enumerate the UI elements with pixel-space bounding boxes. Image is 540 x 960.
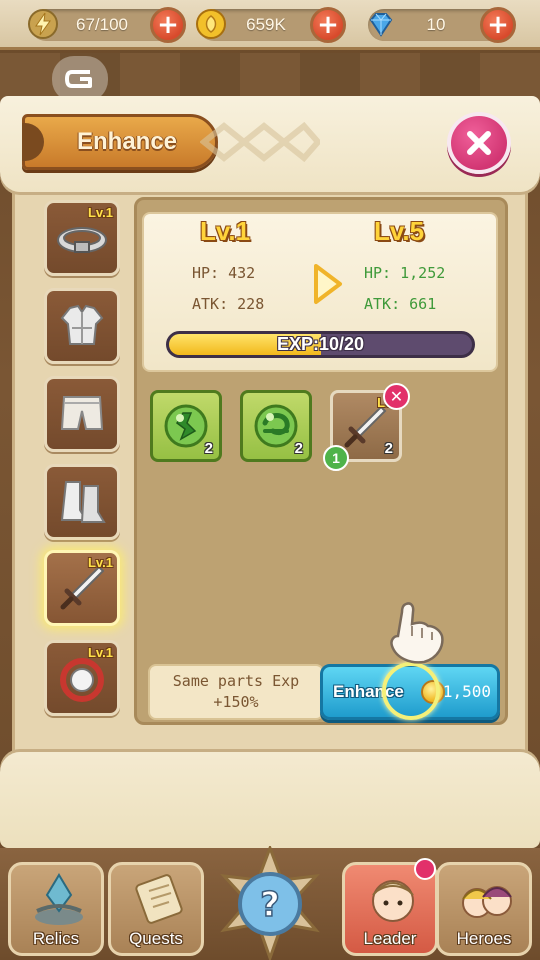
- arrow-right-icon: [314, 264, 342, 304]
- nav-relics[interactable]: Relics: [8, 862, 104, 956]
- energy-value: 67/100: [76, 15, 128, 34]
- slot-pants[interactable]: [44, 376, 120, 452]
- gem-icon: [364, 7, 398, 41]
- heroes-portrait-icon: [462, 886, 512, 918]
- gold-value: 659K: [246, 15, 286, 34]
- pointing-hand-icon: [390, 602, 444, 664]
- energy-counter: 67/100 +: [28, 7, 186, 43]
- gem-value: 10: [426, 15, 446, 34]
- bonus-info: Same parts Exp +150%: [148, 664, 324, 720]
- scroll-icon: [135, 874, 183, 924]
- scroll-footer: [0, 752, 540, 848]
- boots-icon: [60, 481, 106, 523]
- close-icon: ✕: [389, 387, 404, 406]
- gem-counter: 10 +: [368, 7, 516, 43]
- bonus-line1: Same parts Exp: [172, 672, 300, 690]
- nav-heroes[interactable]: Heroes: [436, 862, 532, 956]
- ribbon-cap: [22, 123, 44, 161]
- next-hp: HP: 1,252: [364, 264, 446, 282]
- selected-count-badge: 1: [323, 445, 349, 471]
- coin-icon: [194, 7, 228, 41]
- green-potion-icon: [164, 404, 208, 448]
- material-count: 2: [204, 440, 213, 457]
- material-green-potion[interactable]: 2: [150, 390, 222, 462]
- slot-armor[interactable]: [44, 288, 120, 364]
- tap-highlight-ring: [382, 662, 440, 720]
- pants-icon: [60, 396, 104, 430]
- armor-icon: [60, 304, 104, 345]
- close-icon: [467, 131, 491, 155]
- exp-bar: EXP:10/20: [166, 331, 475, 358]
- close-button[interactable]: [447, 112, 511, 174]
- material-count: 2: [384, 440, 393, 457]
- green-orb-icon: [254, 404, 298, 448]
- next-level: Lv.5: [374, 216, 425, 246]
- relic-icon: [35, 873, 83, 925]
- nav-center-summon[interactable]: ?: [212, 843, 328, 960]
- svg-text:?: ?: [260, 885, 280, 925]
- g-logo-icon: [65, 70, 92, 88]
- lightning-icon: [26, 7, 60, 41]
- slot-level-badge: Lv.1: [87, 205, 113, 220]
- belt-icon: [57, 227, 107, 253]
- material-green-orb[interactable]: 2: [240, 390, 312, 462]
- add-energy-button[interactable]: +: [150, 7, 186, 43]
- slot-belt[interactable]: Lv.1: [44, 200, 120, 276]
- nav-heroes-label: Heroes: [456, 929, 512, 948]
- exp-text: EXP:10/20: [276, 334, 365, 354]
- gold-counter: 659K +: [196, 7, 346, 43]
- bonus-line2: +150%: [213, 693, 259, 711]
- compass-star-icon: ?: [220, 843, 320, 960]
- slot-ring[interactable]: Lv.1: [44, 640, 120, 716]
- slot-sword[interactable]: Lv.1: [44, 550, 120, 626]
- title-ribbon: Enhance: [22, 114, 218, 170]
- add-gems-button[interactable]: +: [480, 7, 516, 43]
- slot-level-badge: Lv.1: [87, 645, 113, 660]
- nav-quests-label: Quests: [129, 929, 183, 948]
- material-count: 2: [294, 440, 303, 457]
- slot-boots[interactable]: [44, 464, 120, 540]
- notification-dot: [414, 858, 436, 880]
- ornament-icon: [200, 121, 320, 163]
- current-hp: HP: 432: [192, 264, 256, 282]
- current-atk: ATK: 228: [192, 295, 265, 313]
- next-atk: ATK: 661: [364, 295, 437, 313]
- add-gold-button[interactable]: +: [310, 7, 346, 43]
- resource-bar: 67/100 + 659K + 10 +: [0, 0, 540, 50]
- leader-portrait-icon: [372, 880, 414, 922]
- enhance-cost: 1,500: [442, 682, 491, 701]
- slot-level-badge: Lv.1: [87, 555, 113, 570]
- remove-material-button[interactable]: ✕: [383, 383, 410, 410]
- current-level: Lv.1: [200, 216, 251, 246]
- nav-quests[interactable]: Quests: [108, 862, 204, 956]
- page-title: Enhance: [77, 128, 178, 155]
- nav-relics-label: Relics: [32, 929, 80, 948]
- nav-leader-label: Leader: [363, 929, 417, 948]
